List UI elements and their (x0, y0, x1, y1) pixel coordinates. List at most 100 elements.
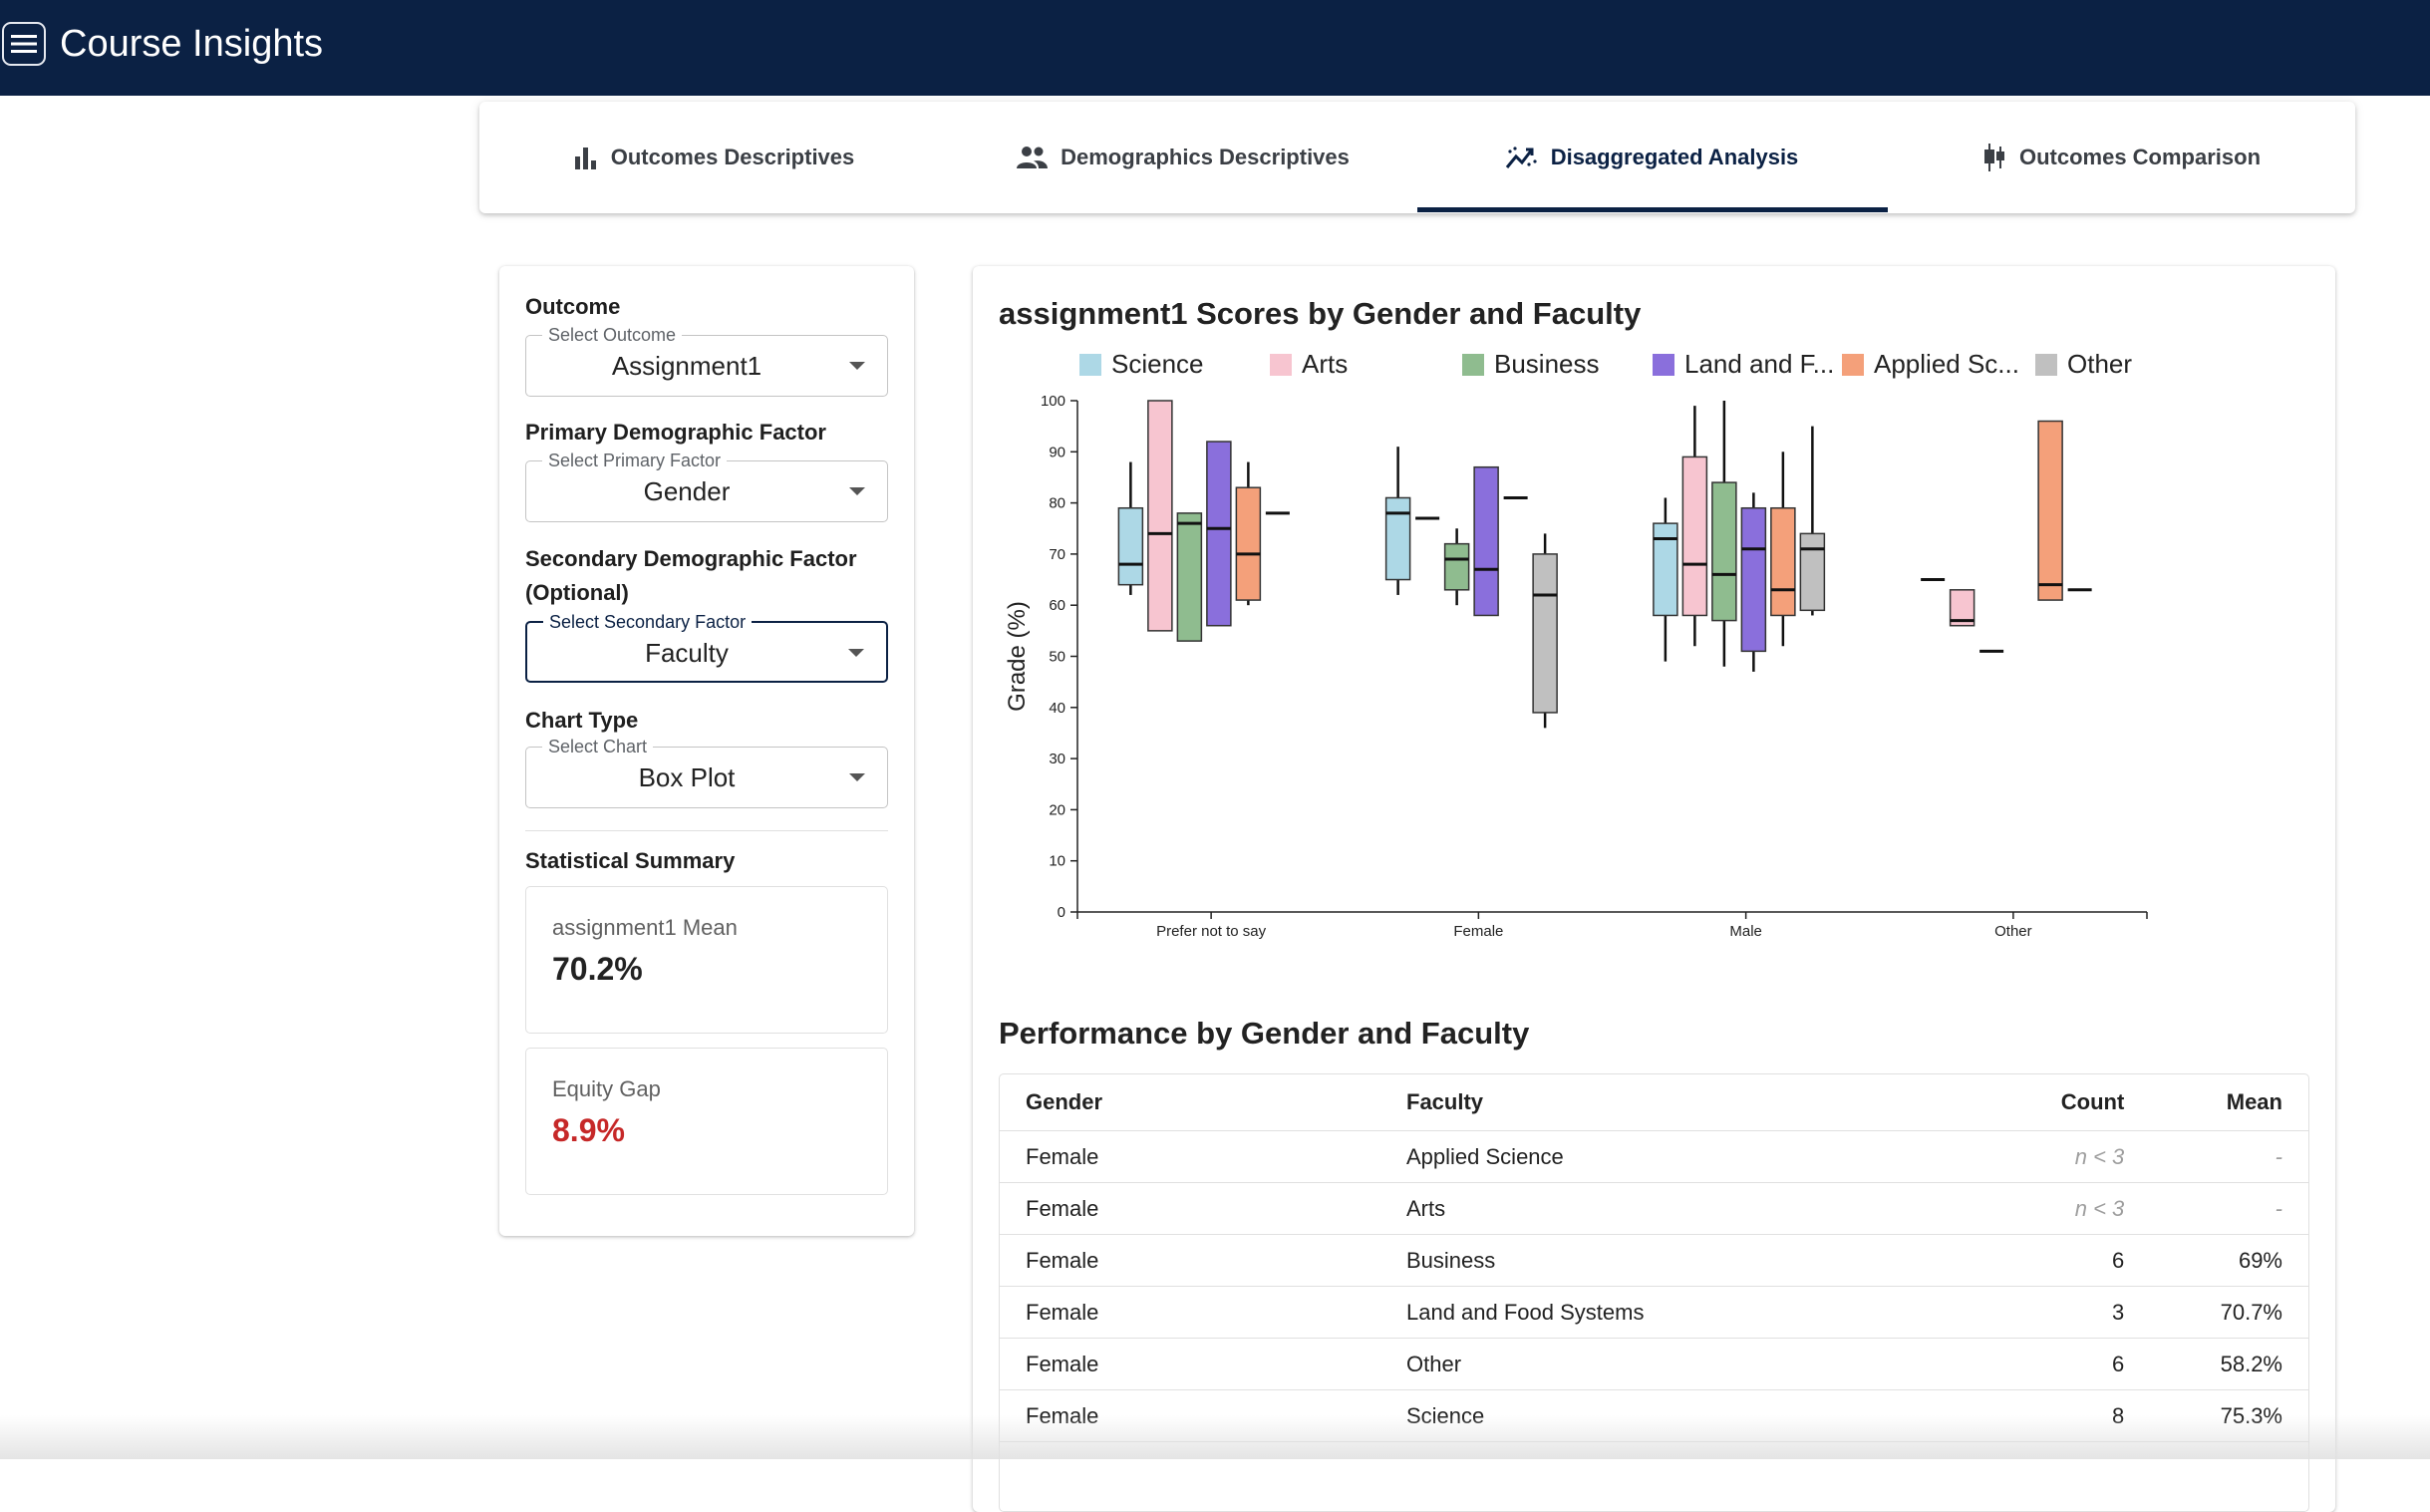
table-row: Female Land and Food Systems 3 70.7% (1000, 1286, 2308, 1339)
header-faculty[interactable]: Faculty (1380, 1074, 1990, 1131)
box-rect (1473, 465, 1499, 617)
box-rect (1770, 506, 1796, 617)
legend-swatch (1842, 354, 1864, 376)
statistical-summary-title: Statistical Summary (525, 848, 736, 873)
y-tick-label: 20 (1049, 801, 1065, 818)
header-gender[interactable]: Gender (1000, 1074, 1380, 1131)
chevron-down-icon (848, 649, 864, 657)
chart-type-label: Chart Type (525, 708, 639, 733)
equity-gap-value: 8.9% (552, 1112, 625, 1148)
y-tick-label: 100 (1041, 393, 1065, 410)
chevron-down-icon (849, 362, 865, 370)
active-tab-indicator (1417, 207, 1888, 212)
tab-label: Outcomes Descriptives (610, 145, 855, 169)
cell-faculty: Applied Science (1380, 1130, 1990, 1183)
table-row: Female Applied Science n < 3 - (1000, 1130, 2308, 1183)
box-rect (1681, 455, 1708, 617)
tab-label: Outcomes Comparison (2018, 145, 2262, 169)
legend-label: Science (1111, 349, 1204, 379)
primary-factor-select-value: Gender (643, 476, 731, 506)
cell-count: n < 3 (1990, 1130, 2151, 1183)
outcome-select-value: Assignment1 (611, 351, 762, 381)
secondary-factor-select-value: Faculty (645, 638, 729, 668)
app-bar: Course Insights (0, 0, 2430, 96)
primary-factor-select[interactable]: Select Primary Factor Gender (525, 450, 888, 522)
y-tick-label: 80 (1049, 495, 1065, 512)
people-icon (1017, 147, 1049, 168)
mean-value: 70.2% (552, 951, 643, 987)
table-title: Performance by Gender and Faculty (999, 1016, 1530, 1051)
cell-faculty: Business (1380, 1234, 1990, 1287)
cell-faculty: Other (1380, 1338, 1990, 1390)
y-tick-label: 40 (1049, 700, 1065, 717)
header-mean[interactable]: Mean (2150, 1074, 2308, 1131)
box-plot-chart: Science Arts Business Land and F... Applied … (1004, 349, 2148, 940)
chart-type-select-value: Box Plot (638, 762, 736, 792)
tab-disaggregated-analysis[interactable]: Disaggregated Analysis (1416, 102, 1887, 213)
box-rect (2037, 420, 2063, 601)
box-rect (1653, 522, 1678, 617)
tab-outcomes-descriptives[interactable]: Outcomes Descriptives (479, 102, 948, 213)
mean-card: assignment1 Mean 70.2% (525, 886, 888, 1034)
legend-swatch (1270, 354, 1292, 376)
chevron-down-icon (849, 487, 865, 495)
box-rect (1443, 542, 1470, 591)
cell-faculty: Arts (1380, 1182, 1990, 1235)
app-title: Course Insights (60, 23, 324, 65)
cell-count: 3 (1990, 1286, 2151, 1339)
box-rect (1117, 506, 1144, 586)
legend-label: Business (1494, 349, 1600, 379)
y-axis-label: Grade (%) (1004, 601, 1031, 712)
cell-gender: Female (1000, 1286, 1380, 1339)
analysis-card: Science Arts Business Land and F... Applied … (973, 266, 2335, 1512)
legend-swatch (1653, 354, 1674, 376)
tab-bar: Outcomes Descriptives Demographics Descr… (479, 102, 2355, 213)
hamburger-icon (11, 35, 37, 53)
chevron-down-icon (849, 773, 865, 781)
menu-button[interactable] (2, 22, 46, 66)
tab-label: Disaggregated Analysis (1550, 145, 1799, 169)
x-tick-label: Female (1453, 923, 1503, 940)
box-rect (1740, 506, 1767, 653)
header-count[interactable]: Count (1990, 1074, 2151, 1131)
legend-swatch (2035, 354, 2057, 376)
outcome-label: Outcome (525, 294, 621, 319)
secondary-factor-label-optional: (Optional) (525, 580, 629, 605)
y-tick-label: 50 (1049, 649, 1065, 666)
cell-gender: Female (1000, 1338, 1380, 1390)
mean-label: assignment1 Mean (552, 915, 738, 940)
trend-icon (1505, 147, 1537, 168)
secondary-factor-select[interactable]: Select Secondary Factor Faculty (525, 611, 888, 683)
legend-swatch (1462, 354, 1484, 376)
cell-faculty: Land and Food Systems (1380, 1286, 1990, 1339)
table-row: Female Arts n < 3 - (1000, 1182, 2308, 1235)
cell-gender: Female (1000, 1130, 1380, 1183)
y-tick-label: 0 (1058, 904, 1065, 921)
y-tick-label: 70 (1049, 546, 1065, 563)
secondary-factor-label: Secondary Demographic Factor (525, 546, 857, 571)
legend-label: Applied Sc... (1874, 349, 2019, 379)
tab-demographics-descriptives[interactable]: Demographics Descriptives (948, 102, 1416, 213)
x-tick-label: Other (1994, 923, 2032, 940)
equity-gap-label: Equity Gap (552, 1076, 661, 1101)
chart-title: assignment1 Scores by Gender and Faculty (999, 296, 1642, 331)
box-rect (1235, 486, 1262, 601)
panel-divider (525, 830, 888, 831)
cell-count: n < 3 (1990, 1182, 2151, 1235)
tab-outcomes-comparison[interactable]: Outcomes Comparison (1887, 102, 2355, 213)
box-rect (1384, 496, 1411, 581)
cell-gender: Female (1000, 1234, 1380, 1287)
outcome-select[interactable]: Select Outcome Assignment1 (525, 324, 888, 397)
box-rect (1711, 481, 1737, 622)
cell-mean: - (2150, 1130, 2308, 1183)
cell-count: 6 (1990, 1338, 2151, 1390)
box-rect (1206, 441, 1232, 627)
table-row: Female Other 6 58.2% (1000, 1338, 2308, 1390)
primary-factor-label: Primary Demographic Factor (525, 420, 826, 445)
chart-type-select[interactable]: Select Chart Box Plot (525, 736, 888, 808)
legend-label: Other (2067, 349, 2132, 379)
cell-gender: Female (1000, 1182, 1380, 1235)
box-rect (1147, 400, 1173, 632)
tab-label: Demographics Descriptives (1061, 145, 1350, 169)
x-tick-label: Male (1729, 923, 1762, 940)
